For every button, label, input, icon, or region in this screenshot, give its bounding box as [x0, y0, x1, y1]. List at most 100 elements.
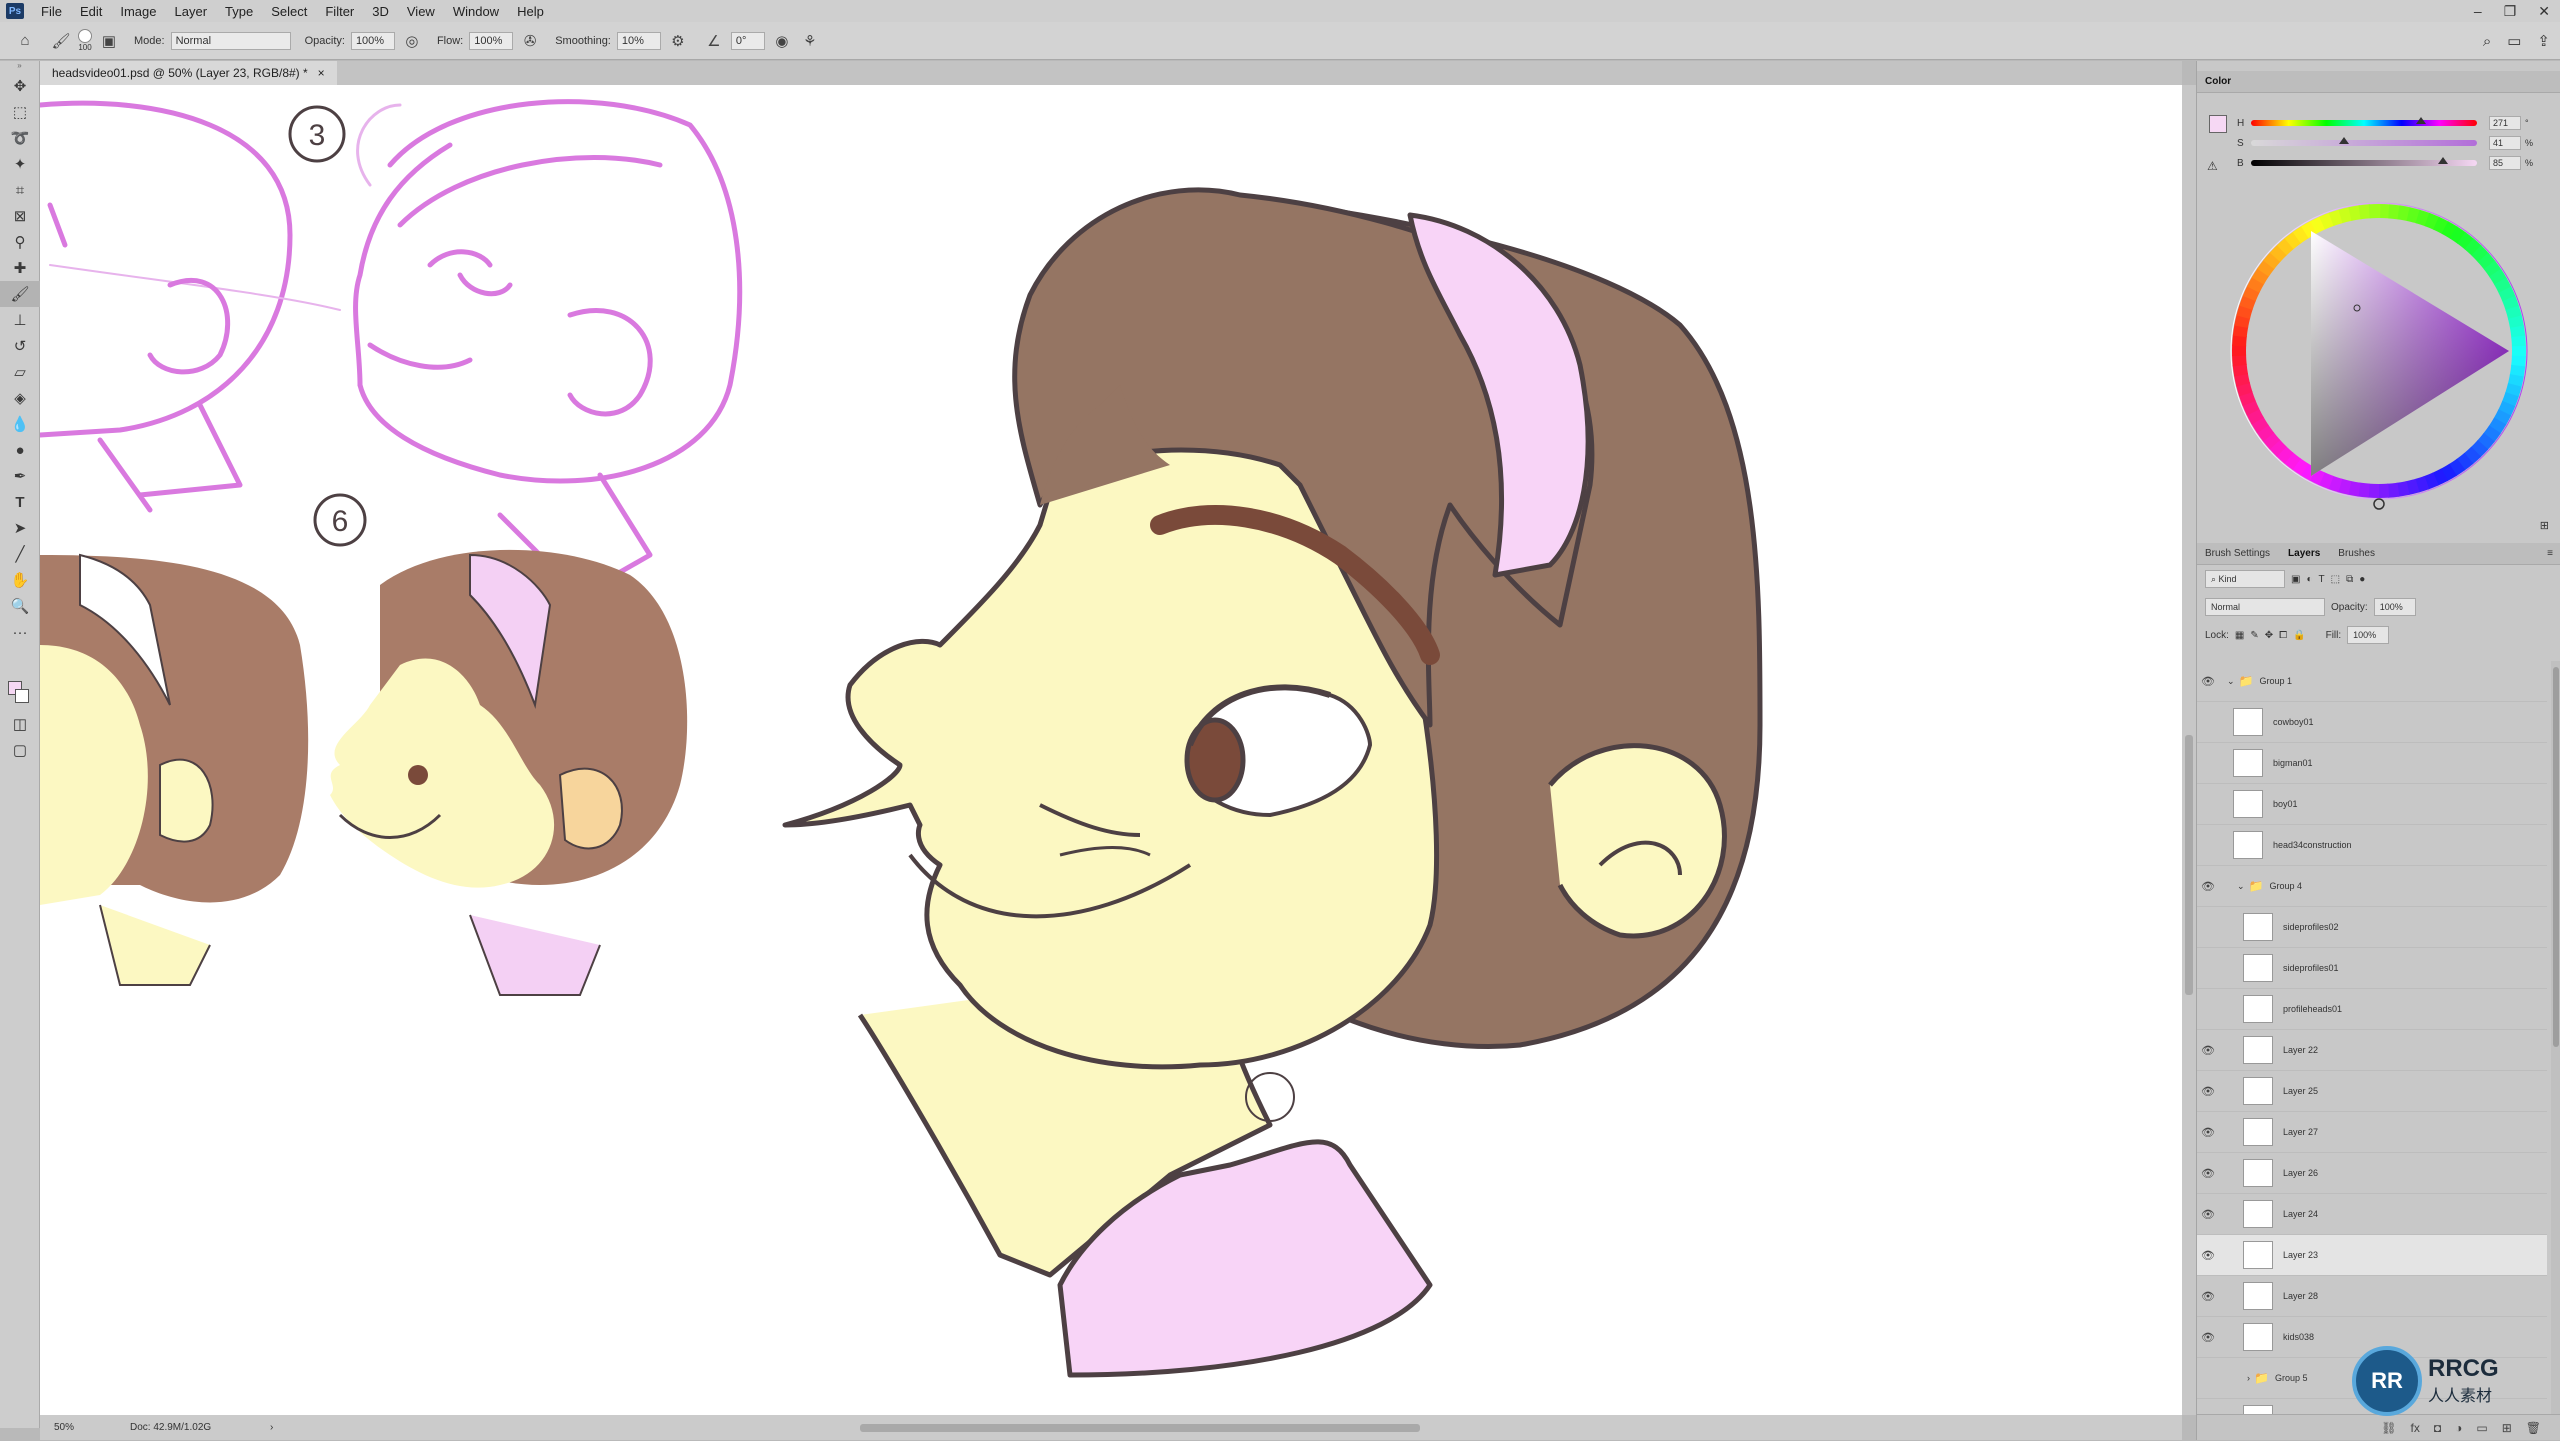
eraser-tool-icon[interactable]: ▱ — [0, 359, 40, 385]
blur-tool-icon[interactable]: 💧 — [0, 411, 40, 437]
lock-pixels-icon[interactable]: ✎ — [2250, 630, 2258, 641]
visibility-eye-icon[interactable]: 👁 — [2197, 1085, 2219, 1098]
filter-toggle-icon[interactable]: ● — [2359, 574, 2365, 585]
lock-artboard-icon[interactable]: ⧠ — [2279, 630, 2287, 641]
type-tool-icon[interactable]: T — [0, 489, 40, 515]
menu-filter[interactable]: Filter — [316, 4, 363, 19]
close-tab-icon[interactable]: × — [318, 66, 325, 80]
link-layers-icon[interactable]: ⛓ — [2381, 1421, 2396, 1435]
filter-pixel-icon[interactable]: ▣ — [2291, 574, 2300, 585]
menu-help[interactable]: Help — [508, 4, 553, 19]
filter-kind-select[interactable]: ⌕ Kind — [2205, 570, 2285, 588]
menu-window[interactable]: Window — [444, 4, 508, 19]
history-brush-tool-icon[interactable]: ↺ — [0, 333, 40, 359]
crop-tool-icon[interactable]: ⌗ — [0, 177, 40, 203]
saturation-value[interactable]: 41 — [2489, 136, 2521, 150]
mode-select[interactable]: Normal — [171, 32, 291, 50]
chevron-right-icon[interactable]: › — [2247, 1373, 2250, 1383]
layer-group-row[interactable]: 👁⌄📁Group 4 — [2197, 866, 2547, 907]
opacity-field[interactable]: 100% — [351, 32, 395, 50]
move-tool-icon[interactable]: ✥ — [0, 73, 40, 99]
brightness-slider-knob[interactable] — [2438, 157, 2448, 164]
adjustment-layer-icon[interactable]: ◑ — [2455, 1421, 2462, 1435]
canvas-vertical-scrollbar[interactable] — [2182, 85, 2196, 1415]
brightness-slider[interactable] — [2251, 160, 2477, 166]
brush-tool-preset-icon[interactable]: 🖌 — [50, 30, 72, 52]
filter-adjustment-icon[interactable]: ◐ — [2306, 574, 2312, 585]
filter-shape-icon[interactable]: ⬚ — [2331, 574, 2340, 585]
line-tool-icon[interactable]: ╱ — [0, 541, 40, 567]
zoom-tool-icon[interactable]: 🔍 — [0, 593, 40, 619]
marquee-tool-icon[interactable]: ⬚ — [0, 99, 40, 125]
menu-file[interactable]: File — [32, 4, 71, 19]
visibility-eye-icon[interactable]: 👁 — [2197, 1044, 2219, 1057]
paint-bucket-tool-icon[interactable]: ◈ — [0, 385, 40, 411]
layer-row[interactable]: 👁Layer 22 — [2197, 1030, 2547, 1071]
restore-button[interactable]: ❐ — [2504, 3, 2517, 20]
pressure-opacity-icon[interactable]: ◎ — [401, 30, 423, 52]
color-wheel[interactable] — [2219, 191, 2549, 521]
layer-row[interactable]: bigman01 — [2197, 743, 2547, 784]
saturation-slider[interactable] — [2251, 140, 2477, 146]
smoothing-field[interactable]: 10% — [617, 32, 661, 50]
saturation-slider-knob[interactable] — [2339, 137, 2349, 144]
artboard[interactable]: 3 6 — [40, 85, 2182, 1415]
layer-opacity-field[interactable]: 100% — [2374, 598, 2416, 616]
color-panel-resize-icon[interactable]: ⊞ — [2540, 519, 2549, 532]
hue-value[interactable]: 271 — [2489, 116, 2521, 130]
canvas-area[interactable]: 3 6 — [40, 85, 2182, 1415]
visibility-eye-icon[interactable]: 👁 — [2197, 675, 2219, 688]
layer-row[interactable]: 👁Layer 24 — [2197, 1194, 2547, 1235]
menu-select[interactable]: Select — [262, 4, 316, 19]
layer-row[interactable]: 👁Layer 26 — [2197, 1153, 2547, 1194]
screen-mode-icon[interactable]: ▢ — [0, 737, 40, 763]
minimize-button[interactable]: – — [2474, 3, 2482, 19]
visibility-eye-icon[interactable]: 👁 — [2197, 1167, 2219, 1180]
filter-smart-object-icon[interactable]: ⧉ — [2346, 574, 2353, 585]
status-menu-arrow-icon[interactable]: › — [270, 1422, 273, 1433]
vertical-scroll-thumb[interactable] — [2185, 735, 2193, 995]
document-tab[interactable]: headsvideo01.psd @ 50% (Layer 23, RGB/8#… — [40, 61, 337, 85]
visibility-eye-icon[interactable]: 👁 — [2197, 1126, 2219, 1139]
eyedropper-tool-icon[interactable]: ⚲ — [0, 229, 40, 255]
hue-slider[interactable] — [2251, 120, 2477, 126]
menu-layer[interactable]: Layer — [166, 4, 217, 19]
dodge-tool-icon[interactable]: ● — [0, 437, 40, 463]
layer-row[interactable]: cowboy01 — [2197, 702, 2547, 743]
pressure-size-icon[interactable]: ◉ — [771, 30, 793, 52]
tab-brushes[interactable]: Brushes — [2338, 548, 2375, 559]
fill-field[interactable]: 100% — [2347, 626, 2389, 644]
menu-type[interactable]: Type — [216, 4, 262, 19]
add-mask-icon[interactable]: ◘ — [2434, 1421, 2441, 1435]
layer-style-icon[interactable]: fx — [2411, 1421, 2420, 1435]
chevron-down-icon[interactable]: ⌄ — [2227, 676, 2235, 687]
flow-field[interactable]: 100% — [469, 32, 513, 50]
layer-row[interactable]: boy01 — [2197, 784, 2547, 825]
tab-layers[interactable]: Layers — [2288, 548, 2320, 559]
brush-settings-toggle-icon[interactable]: ▣ — [98, 30, 120, 52]
layer-row[interactable]: 👁Layer 28 — [2197, 1276, 2547, 1317]
brightness-value[interactable]: 85 — [2489, 156, 2521, 170]
angle-field[interactable]: 0° — [731, 32, 765, 50]
layer-group-row[interactable]: 👁⌄📁Group 1 — [2197, 661, 2547, 702]
filter-type-icon[interactable]: T — [2319, 574, 2325, 585]
layer-row[interactable]: profileheads01 — [2197, 989, 2547, 1030]
new-layer-icon[interactable]: ⊞ — [2502, 1421, 2512, 1435]
layer-row[interactable]: 👁Layer 25 — [2197, 1071, 2547, 1112]
visibility-eye-icon[interactable]: 👁 — [2197, 880, 2219, 893]
close-button[interactable]: ✕ — [2538, 3, 2550, 20]
visibility-eye-icon[interactable]: 👁 — [2197, 1331, 2219, 1344]
airbrush-icon[interactable]: ✇ — [519, 30, 541, 52]
chevron-down-icon[interactable]: ⌄ — [2237, 881, 2245, 892]
layer-list-scrollbar[interactable] — [2551, 661, 2560, 1421]
smoothing-options-gear-icon[interactable]: ⚙ — [667, 30, 689, 52]
layer-row[interactable]: 👁Layer 23 — [2197, 1235, 2547, 1276]
horizontal-scroll-thumb[interactable] — [860, 1424, 1420, 1432]
color-panel-title[interactable]: Color — [2205, 76, 2231, 87]
search-icon[interactable]: ⌕ — [2483, 33, 2491, 50]
delete-layer-icon[interactable]: 🗑 — [2526, 1421, 2541, 1435]
panel-menu-icon[interactable]: ≡ — [2547, 548, 2553, 559]
magic-wand-tool-icon[interactable]: ✦ — [0, 151, 40, 177]
layer-row[interactable]: 👁Layer 27 — [2197, 1112, 2547, 1153]
lock-position-icon[interactable]: ✥ — [2265, 630, 2273, 641]
